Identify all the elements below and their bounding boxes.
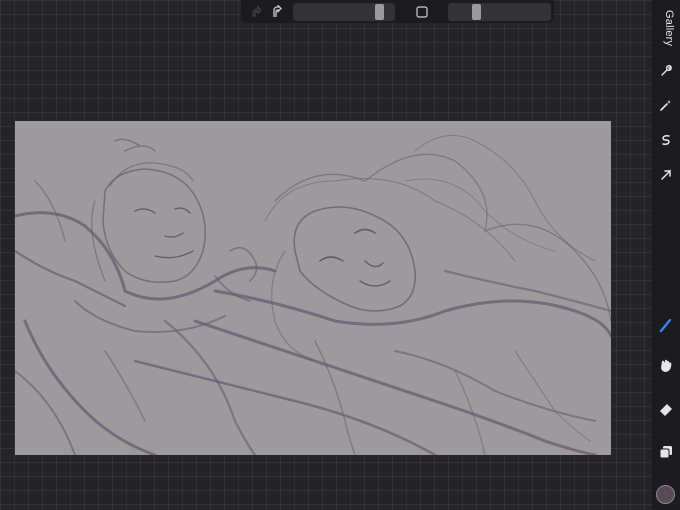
wrench-icon[interactable] [652,58,680,82]
opacity-thumb[interactable] [472,4,481,20]
selection-s-icon[interactable] [652,128,680,152]
top-toolbar [241,0,554,23]
brush-size-thumb[interactable] [375,4,384,20]
layers-icon[interactable] [652,440,680,464]
smudge-icon[interactable] [652,354,680,378]
color-swatch[interactable] [656,485,675,504]
sketch-strokes [15,134,611,455]
magic-wand-icon[interactable] [652,93,680,117]
redo-arrow-icon[interactable] [268,3,286,21]
undo-arrow-icon[interactable] [247,3,265,21]
drawing-canvas[interactable] [15,121,611,455]
gallery-button[interactable]: Gallery [663,10,675,46]
square-modify-icon[interactable] [413,3,431,21]
transform-arrow-icon[interactable] [652,163,680,187]
right-sidebar: Gallery [652,0,680,510]
eraser-icon[interactable] [652,397,680,421]
brush-size-slider[interactable] [293,3,395,21]
opacity-slider[interactable] [448,3,551,21]
brush-icon[interactable] [652,313,680,337]
